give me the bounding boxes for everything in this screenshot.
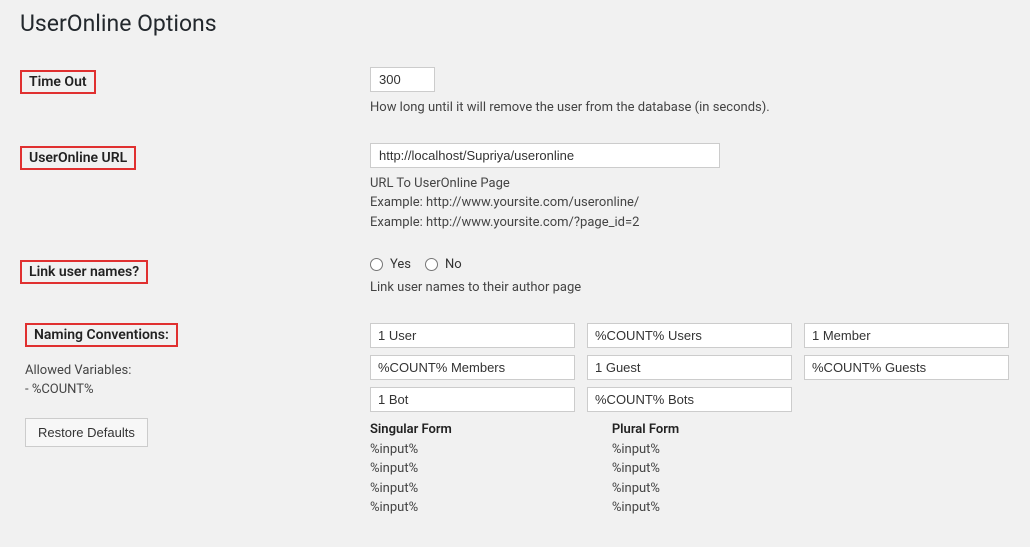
naming-guest-singular-input[interactable] xyxy=(587,355,792,380)
naming-user-plural-input[interactable] xyxy=(587,323,792,348)
singular-form-list: %input% %input% %input% %input% xyxy=(370,440,452,518)
link-names-label: Link user names? xyxy=(20,260,148,284)
plural-form-heading: Plural Form xyxy=(612,422,679,437)
allowed-vars: Allowed Variables: - %COUNT% xyxy=(25,361,370,400)
naming-member-singular-input[interactable] xyxy=(804,323,1009,348)
url-input[interactable] xyxy=(370,143,720,168)
timeout-desc: How long until it will remove the user f… xyxy=(370,98,1010,118)
restore-defaults-button[interactable]: Restore Defaults xyxy=(25,418,148,447)
link-names-desc: Link user names to their author page xyxy=(370,278,1010,298)
naming-guest-plural-input[interactable] xyxy=(804,355,1009,380)
plural-form-list: %input% %input% %input% %input% xyxy=(612,440,679,518)
naming-member-plural-input[interactable] xyxy=(370,355,575,380)
timeout-input[interactable] xyxy=(370,67,435,92)
naming-user-singular-input[interactable] xyxy=(370,323,575,348)
page-title: UserOnline Options xyxy=(20,10,1010,37)
link-names-no-radio[interactable] xyxy=(425,258,438,271)
url-label: UserOnline URL xyxy=(20,146,136,170)
naming-bot-plural-input[interactable] xyxy=(587,387,792,412)
naming-label: Naming Conventions: xyxy=(25,323,178,347)
naming-bot-singular-input[interactable] xyxy=(370,387,575,412)
link-names-yes-radio[interactable] xyxy=(370,258,383,271)
link-names-yes-label: Yes xyxy=(390,257,411,272)
singular-form-heading: Singular Form xyxy=(370,422,452,437)
url-desc: URL To UserOnline Page Example: http://w… xyxy=(370,174,1010,233)
timeout-label: Time Out xyxy=(20,70,96,94)
link-names-no-label: No xyxy=(445,257,462,272)
